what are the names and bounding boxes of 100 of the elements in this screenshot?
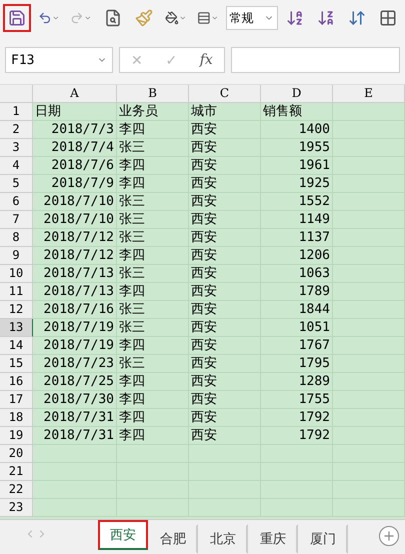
row-header[interactable]: 23 <box>0 499 33 517</box>
table-cell: 李四 <box>117 391 189 409</box>
table-cell: 1767 <box>261 337 333 355</box>
grid-icon <box>378 9 397 27</box>
formula-input[interactable] <box>231 47 400 73</box>
table-cell: 2018/7/13 <box>33 283 117 301</box>
table-cell: 1552 <box>261 193 333 211</box>
table-cell: 李四 <box>117 247 189 265</box>
sheet-tab[interactable]: 厦门 <box>298 524 348 554</box>
row-header[interactable]: 15 <box>0 355 33 373</box>
table-cell: 1955 <box>261 139 333 157</box>
row-header[interactable]: 5 <box>0 175 33 193</box>
sheet-tab[interactable]: 合肥 <box>148 524 198 554</box>
paintbrush-icon <box>134 9 153 27</box>
up-down-arrows-icon <box>348 9 366 27</box>
table-cell: 李四 <box>117 337 189 355</box>
table-cell: 1051 <box>261 319 333 337</box>
table-cell: 1206 <box>261 247 333 265</box>
row-header[interactable]: 4 <box>0 157 33 175</box>
row-header[interactable]: 7 <box>0 211 33 229</box>
table-cell: 1137 <box>261 229 333 247</box>
sort-descending-icon <box>316 9 335 27</box>
table-cell: 1792 <box>261 427 333 445</box>
table-cell: 2018/7/23 <box>33 355 117 373</box>
table-cell: 张三 <box>117 319 189 337</box>
table-cell: 李四 <box>117 427 189 445</box>
table-cell: 李四 <box>117 175 189 193</box>
save-button[interactable] <box>3 4 31 32</box>
table-cell: 张三 <box>117 229 189 247</box>
table-cell: 2018/7/10 <box>33 211 117 229</box>
table-cell: 李四 <box>117 157 189 175</box>
row-header[interactable]: 2 <box>0 121 33 139</box>
table-cell: 1789 <box>261 283 333 301</box>
row-header[interactable]: 21 <box>0 463 33 481</box>
table-cell: 日期 <box>33 103 117 121</box>
table-cell: 2018/7/12 <box>33 229 117 247</box>
table-cell: 张三 <box>117 193 189 211</box>
table-cell: 张三 <box>117 211 189 229</box>
row-header[interactable]: 20 <box>0 445 33 463</box>
table-cell: 张三 <box>117 265 189 283</box>
add-sheet-button[interactable] <box>379 526 399 546</box>
table-cell: 西安 <box>189 337 261 355</box>
table-cell: 2018/7/3 <box>33 121 117 139</box>
table-cell: 张三 <box>117 355 189 373</box>
sheet-tab[interactable]: 西安 <box>98 520 148 550</box>
table-cell: 西安 <box>189 121 261 139</box>
table-cell: 1289 <box>261 373 333 391</box>
table-cell: 2018/7/16 <box>33 301 117 319</box>
row-header[interactable]: 19 <box>0 427 33 445</box>
table-cell: 2018/7/19 <box>33 337 117 355</box>
sort-ascending-icon <box>286 9 304 27</box>
row-header[interactable]: 3 <box>0 139 33 157</box>
column-header[interactable]: C <box>189 85 261 103</box>
row-header[interactable]: 6 <box>0 193 33 211</box>
row-header[interactable]: 16 <box>0 373 33 391</box>
table-cell: 西安 <box>189 247 261 265</box>
row-header[interactable]: 1 <box>0 103 33 121</box>
table-cell: 李四 <box>117 409 189 427</box>
sheet-tab[interactable]: 北京 <box>198 524 248 554</box>
table-cell: 1063 <box>261 265 333 283</box>
empty-cell <box>333 103 405 121</box>
table-cell: 1792 <box>261 409 333 427</box>
row-header[interactable]: 8 <box>0 229 33 247</box>
table-cell: 西安 <box>189 301 261 319</box>
row-header[interactable]: 10 <box>0 265 33 283</box>
table-cell: 2018/7/9 <box>33 175 117 193</box>
name-box[interactable]: F13 <box>5 47 113 73</box>
table-cell: 西安 <box>189 229 261 247</box>
table-cell: 西安 <box>189 193 261 211</box>
table-cell: 1400 <box>261 121 333 139</box>
table-cell: 2018/7/31 <box>33 409 117 427</box>
table-cell: 西安 <box>189 391 261 409</box>
table-cell: 1755 <box>261 391 333 409</box>
sheet-tab[interactable]: 重庆 <box>248 524 298 554</box>
insert-function-button[interactable]: fx <box>200 52 213 68</box>
column-header[interactable]: E <box>333 85 405 103</box>
column-header[interactable]: A <box>33 85 117 103</box>
row-header[interactable]: 18 <box>0 409 33 427</box>
row-header[interactable]: 11 <box>0 283 33 301</box>
row-header[interactable]: 22 <box>0 481 33 499</box>
column-header[interactable]: B <box>117 85 189 103</box>
table-cell: 1149 <box>261 211 333 229</box>
table-cell: 1795 <box>261 355 333 373</box>
column-header[interactable]: D <box>261 85 333 103</box>
table-cell: 2018/7/12 <box>33 247 117 265</box>
table-cell: 西安 <box>189 157 261 175</box>
row-header[interactable]: 9 <box>0 247 33 265</box>
row-header[interactable]: 12 <box>0 301 33 319</box>
table-cell: 2018/7/30 <box>33 391 117 409</box>
table-cell: 1844 <box>261 301 333 319</box>
row-header[interactable]: 14 <box>0 337 33 355</box>
table-cell: 李四 <box>117 283 189 301</box>
table-cell: 西安 <box>189 319 261 337</box>
row-header[interactable]: 13 <box>0 319 33 337</box>
table-cell: 张三 <box>117 139 189 157</box>
number-format-dropdown[interactable]: 常规 <box>226 6 278 30</box>
table-cell: 西安 <box>189 373 261 391</box>
table-cell: 西安 <box>189 409 261 427</box>
row-header[interactable]: 17 <box>0 391 33 409</box>
table-cell: 2018/7/13 <box>33 265 117 283</box>
